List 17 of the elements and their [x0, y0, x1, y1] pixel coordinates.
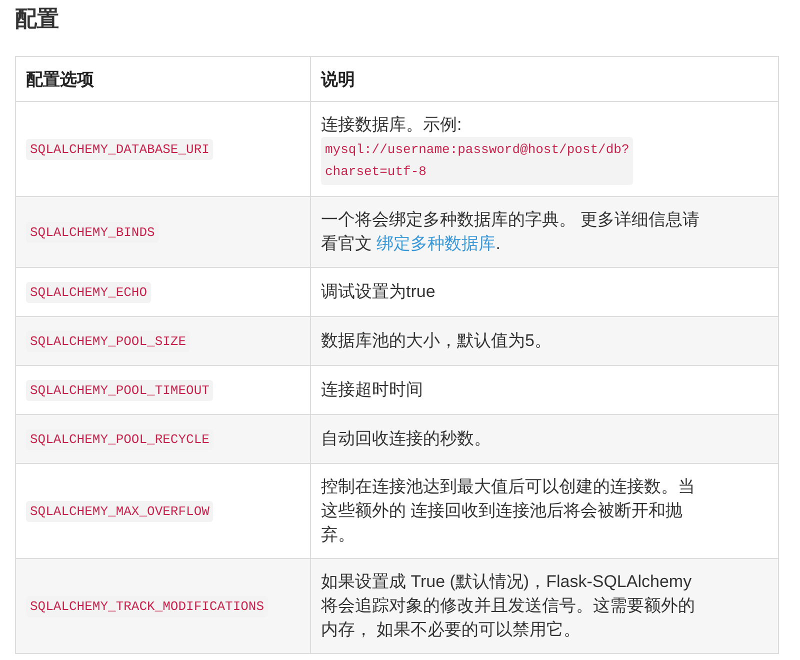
description-text: 数据库池的大小，默认值为5。	[321, 331, 552, 350]
description-text: 自动回收连接的秒数。	[321, 429, 491, 448]
code-snippet: SQLALCHEMY_DATABASE_URI	[26, 139, 214, 160]
code-snippet: SQLALCHEMY_ECHO	[26, 282, 152, 303]
code-snippet: mysql://username:password@host/post/db?charset=utf-8	[321, 137, 634, 185]
description-text: 控制在连接池达到最大值后可以创建的连接数。当这些额外的 连接回收到连接池后将会被断开和抛弃。	[321, 477, 695, 544]
column-header: 说明	[310, 56, 778, 102]
code-snippet: SQLALCHEMY_POOL_TIMEOUT	[26, 380, 214, 401]
description-text: 一个将会绑定多种数据库的字典。 更多详细信息请看官文 绑定多种数据库.	[321, 210, 700, 253]
column-header: 配置选项	[16, 56, 310, 102]
description-text: 连接超时时间	[321, 380, 423, 399]
code-snippet: SQLALCHEMY_MAX_OVERFLOW	[26, 501, 214, 522]
description-text: 如果设置成 True (默认情况)，Flask-SQLAlchemy 将会追踪对象的修改并且发送信号。这需要额外的内存， 如果不必要的可以禁用它。	[321, 572, 695, 639]
description-text: 连接数据库。示例:	[321, 114, 463, 136]
description-text: 调试设置为true	[321, 282, 436, 301]
page-heading: 配置	[15, 5, 60, 33]
link[interactable]: 绑定多种数据库	[376, 234, 496, 253]
